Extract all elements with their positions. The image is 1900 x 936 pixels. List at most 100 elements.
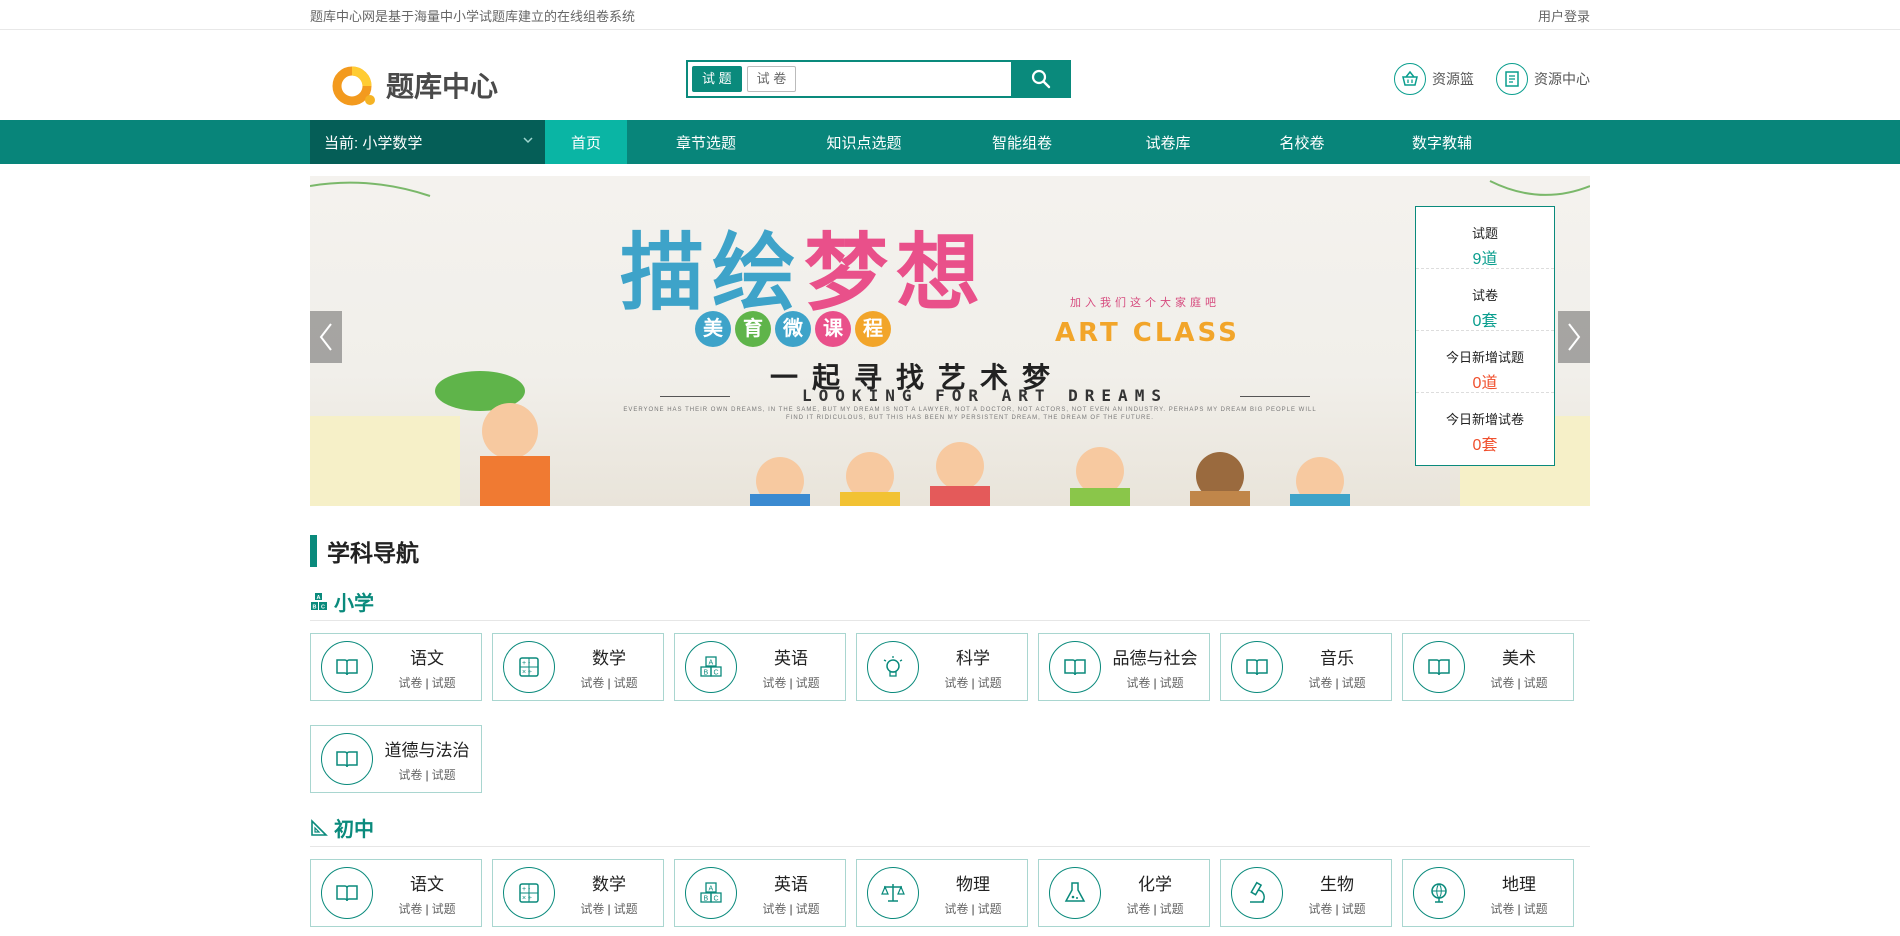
subject-card[interactable]: 物理 试卷 | 试题 [856, 859, 1028, 927]
subject-name[interactable]: 物理 [919, 870, 1027, 895]
resource-center-link[interactable]: 资源中心 [1496, 63, 1590, 95]
current-subject-select[interactable]: 当前: 小学数学 [310, 120, 545, 164]
main-nav: 当前: 小学数学 首页 章节选题 知识点选题 智能组卷 试卷库 名校卷 数字教辅 [0, 120, 1900, 164]
subject-card-body: 物理 试卷 | 试题 [919, 870, 1027, 917]
subject-card-body: 英语试卷 | 试题 [737, 870, 845, 917]
subject-card-body: 生物 试卷 | 试题 [1283, 870, 1391, 917]
subject-questions-link[interactable]: 试题 [614, 902, 638, 916]
subject-links: 试卷 | 试题 [373, 674, 481, 691]
subject-name[interactable]: 数学 [555, 870, 663, 895]
subject-name[interactable]: 英语 [737, 644, 845, 669]
nav-knowledge-select[interactable]: 知识点选题 [785, 120, 943, 164]
subject-papers-link[interactable]: 试卷 [398, 902, 422, 916]
subject-questions-link[interactable]: 试题 [432, 768, 456, 782]
logo[interactable]: 题库中心 [330, 62, 498, 108]
subject-questions-link[interactable]: 试题 [1524, 902, 1548, 916]
subject-card[interactable]: 生物 试卷 | 试题 [1220, 859, 1392, 927]
banner-next-button[interactable] [1558, 311, 1590, 363]
subject-questions-link[interactable]: 试题 [796, 676, 820, 690]
subject-papers-link[interactable]: 试卷 [398, 768, 422, 782]
stat-label: 今日新增试题 [1445, 350, 1524, 365]
resource-basket-link[interactable]: 资源篮 [1394, 63, 1474, 95]
subject-name[interactable]: 道德与法治 [373, 736, 481, 761]
subject-card[interactable]: + - × ÷ 数学 试卷 | 试题 [492, 633, 664, 701]
search-bar: 试 题 试 卷 [686, 60, 1071, 98]
subject-questions-link[interactable]: 试题 [432, 902, 456, 916]
subject-card[interactable]: 地理试卷 | 试题 [1402, 859, 1574, 927]
subject-papers-link[interactable]: 试卷 [762, 902, 786, 916]
nav-paper-library[interactable]: 试卷库 [1101, 120, 1235, 164]
subject-questions-link[interactable]: 试题 [432, 676, 456, 690]
subject-name[interactable]: 化学 [1101, 870, 1209, 895]
subject-links: 试卷 | 试题 [555, 900, 663, 917]
search-button[interactable] [1011, 60, 1071, 98]
subject-links: 试卷 | 试题 [1465, 900, 1573, 917]
subject-questions-link[interactable]: 试题 [796, 902, 820, 916]
banner-prev-button[interactable] [310, 311, 342, 363]
subject-papers-link[interactable]: 试卷 [580, 902, 604, 916]
link-separator: | [971, 675, 975, 690]
link-separator: | [1153, 675, 1157, 690]
nav-digital-aids[interactable]: 数字教辅 [1369, 120, 1515, 164]
subject-name[interactable]: 美术 [1465, 644, 1573, 669]
subject-papers-link[interactable]: 试卷 [944, 676, 968, 690]
nav-chapter-select[interactable]: 章节选题 [627, 120, 785, 164]
banner-join-text: 加入我们这个大家庭吧 [1070, 297, 1220, 309]
subject-card[interactable]: A B C 英语 试卷 | 试题 [674, 859, 846, 927]
subject-questions-link[interactable]: 试题 [978, 676, 1002, 690]
subject-card[interactable]: 化学 试卷 | 试题 [1038, 859, 1210, 927]
chevron-down-icon [523, 137, 533, 144]
subject-papers-link[interactable]: 试卷 [1490, 902, 1514, 916]
subject-card-body: 品德与社会试卷 | 试题 [1101, 644, 1209, 691]
subject-name[interactable]: 数学 [555, 644, 663, 669]
search-tab-questions[interactable]: 试 题 [692, 66, 742, 92]
subject-papers-link[interactable]: 试卷 [1126, 676, 1150, 690]
subject-papers-link[interactable]: 试卷 [398, 676, 422, 690]
subject-card[interactable]: 道德与法治 试卷 | 试题 [310, 725, 482, 793]
subject-papers-link[interactable]: 试卷 [1490, 676, 1514, 690]
subject-papers-link[interactable]: 试卷 [580, 676, 604, 690]
subject-name[interactable]: 英语 [737, 870, 845, 895]
subject-papers-link[interactable]: 试卷 [1126, 902, 1150, 916]
subject-questions-link[interactable]: 试题 [1342, 902, 1366, 916]
subject-card[interactable]: 品德与社会试卷 | 试题 [1038, 633, 1210, 701]
link-separator: | [789, 901, 793, 916]
subject-papers-link[interactable]: 试卷 [1308, 902, 1332, 916]
subject-questions-link[interactable]: 试题 [614, 676, 638, 690]
search-input[interactable] [801, 64, 1011, 94]
stat-label: 试题 [1471, 226, 1498, 241]
subject-card[interactable]: 语文 试卷 | 试题 [310, 859, 482, 927]
subject-name[interactable]: 科学 [919, 644, 1027, 669]
logo-icon [330, 62, 376, 108]
subject-name[interactable]: 地理 [1465, 870, 1573, 895]
subject-card[interactable]: 音乐 试卷 | 试题 [1220, 633, 1392, 701]
subject-questions-link[interactable]: 试题 [1342, 676, 1366, 690]
subject-name[interactable]: 生物 [1283, 870, 1391, 895]
subject-card[interactable]: 美术 试卷 | 试题 [1402, 633, 1574, 701]
subject-name[interactable]: 语文 [373, 870, 481, 895]
subject-card[interactable]: 科学试卷 | 试题 [856, 633, 1028, 701]
subject-name[interactable]: 语文 [373, 644, 481, 669]
subject-questions-link[interactable]: 试题 [978, 902, 1002, 916]
subject-questions-link[interactable]: 试题 [1160, 676, 1184, 690]
nav-famous-school-papers[interactable]: 名校卷 [1235, 120, 1369, 164]
subject-name[interactable]: 品德与社会 [1101, 644, 1209, 669]
nav-home[interactable]: 首页 [545, 120, 627, 164]
subject-card[interactable]: + - × ÷ 数学 试卷 | 试题 [492, 859, 664, 927]
subject-grid: 语文 试卷 | 试题 + - × ÷ 数学 试卷 | 试题 A B C 英语 试卷 | 试题 科学 试卷 | 试题 品德与… [310, 633, 1590, 793]
banner-art-class: ART CLASS [1055, 318, 1240, 348]
banner-carousel[interactable]: 描绘梦想 加入我们这个大家庭吧 美 育 微 课 程 ART CLASS 一起寻找… [310, 176, 1590, 506]
subject-papers-link[interactable]: 试卷 [944, 902, 968, 916]
subject-name[interactable]: 音乐 [1283, 644, 1391, 669]
login-link[interactable]: 用户登录 [1538, 6, 1590, 25]
subject-papers-link[interactable]: 试卷 [1308, 676, 1332, 690]
subject-card[interactable]: A B C 英语 试卷 | 试题 [674, 633, 846, 701]
subject-questions-link[interactable]: 试题 [1524, 676, 1548, 690]
subject-papers-link[interactable]: 试卷 [762, 676, 786, 690]
nav-smart-compose[interactable]: 智能组卷 [943, 120, 1101, 164]
search-tab-papers[interactable]: 试 卷 [746, 66, 797, 92]
header-links: 资源篮 资源中心 [1394, 63, 1590, 95]
link-separator: | [607, 901, 611, 916]
subject-questions-link[interactable]: 试题 [1160, 902, 1184, 916]
subject-card[interactable]: 语文试卷 | 试题 [310, 633, 482, 701]
